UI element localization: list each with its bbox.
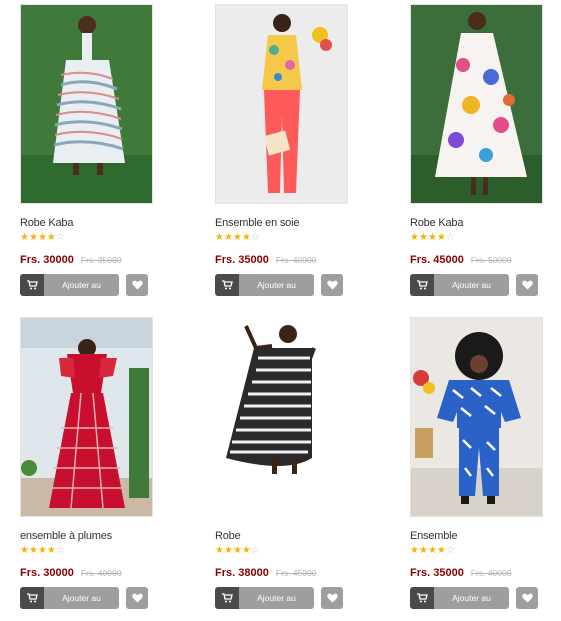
add-to-cart-button[interactable]: Ajouter au panier xyxy=(410,587,509,609)
star-filled-icon: ★ xyxy=(241,545,251,556)
star-filled-icon: ★ xyxy=(37,232,47,243)
heart-icon xyxy=(131,593,143,603)
add-to-cart-label: Ajouter au panier xyxy=(239,274,314,296)
wishlist-button[interactable] xyxy=(321,587,343,609)
heart-icon xyxy=(326,280,338,290)
rating-stars: ★★★★☆ xyxy=(410,233,560,243)
product-name[interactable]: Robe xyxy=(215,530,365,542)
heart-icon xyxy=(521,593,533,603)
star-filled-icon: ★ xyxy=(46,545,56,556)
wishlist-button[interactable] xyxy=(516,274,538,296)
shopping-cart-icon xyxy=(410,274,434,296)
old-price: Frs. 40000 xyxy=(80,568,122,578)
star-filled-icon: ★ xyxy=(46,232,56,243)
star-filled-icon: ★ xyxy=(28,545,38,556)
heart-icon xyxy=(326,593,338,603)
star-filled-icon: ★ xyxy=(427,232,437,243)
shopping-cart-icon xyxy=(215,587,239,609)
star-filled-icon: ★ xyxy=(241,232,251,243)
wishlist-button[interactable] xyxy=(126,274,148,296)
star-empty-icon: ☆ xyxy=(250,545,260,556)
star-empty-icon: ☆ xyxy=(445,545,455,556)
add-to-cart-label: Ajouter au panier xyxy=(434,274,509,296)
rating-stars: ★★★★☆ xyxy=(215,233,365,243)
product-image[interactable] xyxy=(215,317,348,517)
current-price: Frs. 30000 xyxy=(20,254,74,266)
product-card: Ensemble ★★★★☆ Frs. 35000 Frs. 40000 Ajou… xyxy=(410,317,560,609)
star-filled-icon: ★ xyxy=(223,232,233,243)
product-card: Ensemble en soie ★★★★☆ Frs. 35000 Frs. 40… xyxy=(215,4,365,296)
heart-icon xyxy=(521,280,533,290)
star-filled-icon: ★ xyxy=(20,232,29,243)
product-image[interactable] xyxy=(410,4,543,204)
current-price: Frs. 35000 xyxy=(410,567,464,579)
wishlist-button[interactable] xyxy=(126,587,148,609)
wishlist-button[interactable] xyxy=(516,587,538,609)
product-card: ensemble à plumes ★★★★☆ Frs. 30000 Frs. 4… xyxy=(20,317,170,609)
old-price: Frs. 45000 xyxy=(275,568,317,578)
star-filled-icon: ★ xyxy=(28,232,38,243)
star-filled-icon: ★ xyxy=(20,545,29,556)
star-filled-icon: ★ xyxy=(427,545,437,556)
product-image[interactable] xyxy=(20,317,153,517)
heart-icon xyxy=(131,280,143,290)
product-image[interactable] xyxy=(20,4,153,204)
star-empty-icon: ☆ xyxy=(55,545,65,556)
current-price: Frs. 30000 xyxy=(20,567,74,579)
star-filled-icon: ★ xyxy=(410,232,419,243)
product-image[interactable] xyxy=(410,317,543,517)
star-filled-icon: ★ xyxy=(410,545,419,556)
star-empty-icon: ☆ xyxy=(445,232,455,243)
star-filled-icon: ★ xyxy=(223,545,233,556)
add-to-cart-label: Ajouter au panier xyxy=(44,587,119,609)
product-name[interactable]: Robe Kaba xyxy=(20,217,170,229)
star-empty-icon: ☆ xyxy=(250,232,260,243)
product-grid: Robe Kaba ★★★★☆ Frs. 30000 Frs. 35000 Ajo… xyxy=(0,0,561,621)
add-to-cart-button[interactable]: Ajouter au panier xyxy=(215,274,314,296)
shopping-cart-icon xyxy=(20,274,44,296)
current-price: Frs. 38000 xyxy=(215,567,269,579)
add-to-cart-label: Ajouter au panier xyxy=(44,274,119,296)
old-price: Frs. 40000 xyxy=(470,568,512,578)
star-filled-icon: ★ xyxy=(215,545,224,556)
current-price: Frs. 35000 xyxy=(215,254,269,266)
add-to-cart-button[interactable]: Ajouter au panier xyxy=(410,274,509,296)
add-to-cart-label: Ajouter au panier xyxy=(434,587,509,609)
current-price: Frs. 45000 xyxy=(410,254,464,266)
shopping-cart-icon xyxy=(20,587,44,609)
shopping-cart-icon xyxy=(215,274,239,296)
star-filled-icon: ★ xyxy=(232,545,242,556)
product-card: Robe ★★★★☆ Frs. 38000 Frs. 45000 Ajouter … xyxy=(215,317,365,609)
star-filled-icon: ★ xyxy=(418,545,428,556)
product-name[interactable]: Ensemble en soie xyxy=(215,217,365,229)
add-to-cart-button[interactable]: Ajouter au panier xyxy=(215,587,314,609)
add-to-cart-button[interactable]: Ajouter au panier xyxy=(20,274,119,296)
rating-stars: ★★★★☆ xyxy=(215,546,365,556)
add-to-cart-button[interactable]: Ajouter au panier xyxy=(20,587,119,609)
star-filled-icon: ★ xyxy=(37,545,47,556)
rating-stars: ★★★★☆ xyxy=(20,546,170,556)
product-image[interactable] xyxy=(215,4,348,204)
old-price: Frs. 35000 xyxy=(80,255,122,265)
old-price: Frs. 50000 xyxy=(470,255,512,265)
star-filled-icon: ★ xyxy=(418,232,428,243)
product-name[interactable]: Robe Kaba xyxy=(410,217,560,229)
rating-stars: ★★★★☆ xyxy=(20,233,170,243)
rating-stars: ★★★★☆ xyxy=(410,546,560,556)
product-name[interactable]: ensemble à plumes xyxy=(20,530,170,542)
add-to-cart-label: Ajouter au panier xyxy=(239,587,314,609)
shopping-cart-icon xyxy=(410,587,434,609)
product-card: Robe Kaba ★★★★☆ Frs. 30000 Frs. 35000 Ajo… xyxy=(20,4,170,296)
product-card: Robe Kaba ★★★★☆ Frs. 45000 Frs. 50000 Ajo… xyxy=(410,4,560,296)
star-filled-icon: ★ xyxy=(232,232,242,243)
product-name[interactable]: Ensemble xyxy=(410,530,560,542)
star-filled-icon: ★ xyxy=(436,545,446,556)
wishlist-button[interactable] xyxy=(321,274,343,296)
star-empty-icon: ☆ xyxy=(55,232,65,243)
star-filled-icon: ★ xyxy=(436,232,446,243)
star-filled-icon: ★ xyxy=(215,232,224,243)
old-price: Frs. 40000 xyxy=(275,255,317,265)
